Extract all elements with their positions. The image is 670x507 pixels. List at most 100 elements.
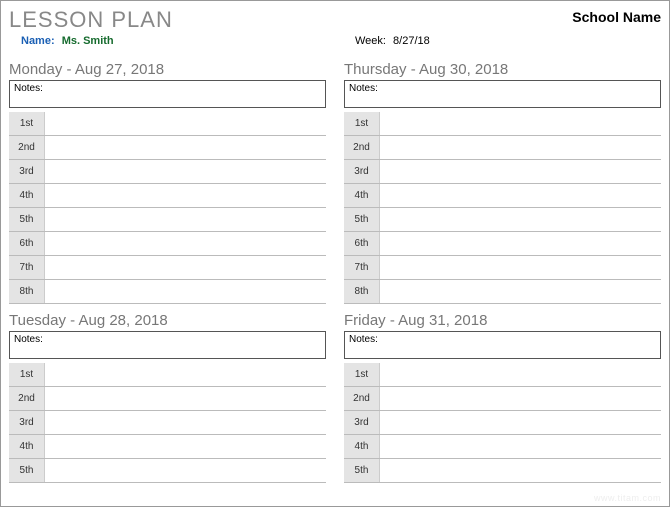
- period-row: 7th: [9, 256, 326, 280]
- period-label: 7th: [9, 256, 45, 279]
- period-label: 1st: [344, 363, 380, 386]
- period-cell[interactable]: [45, 459, 326, 482]
- period-label: 5th: [9, 459, 45, 482]
- period-label: 2nd: [9, 136, 45, 159]
- period-label: 6th: [344, 232, 380, 255]
- period-label: 4th: [9, 184, 45, 207]
- period-cell[interactable]: [380, 280, 661, 303]
- period-label: 8th: [344, 280, 380, 303]
- period-row: 6th: [344, 232, 661, 256]
- period-label: 2nd: [344, 136, 380, 159]
- period-cell[interactable]: [45, 160, 326, 183]
- period-row: 5th: [9, 459, 326, 483]
- week-label: Week:: [355, 35, 386, 47]
- period-row: 3rd: [9, 160, 326, 184]
- period-label: 4th: [9, 435, 45, 458]
- day-friday: Friday - Aug 31, 2018 Notes: 1st2nd3rd4t…: [344, 312, 661, 483]
- period-row: 6th: [9, 232, 326, 256]
- period-cell[interactable]: [380, 208, 661, 231]
- day-title-friday: Friday - Aug 31, 2018: [344, 312, 661, 329]
- period-cell[interactable]: [45, 256, 326, 279]
- notes-tuesday[interactable]: Notes:: [9, 331, 326, 359]
- period-cell[interactable]: [380, 435, 661, 458]
- period-cell[interactable]: [380, 363, 661, 386]
- period-cell[interactable]: [380, 232, 661, 255]
- periods-tuesday: 1st2nd3rd4th5th: [9, 363, 326, 483]
- period-label: 3rd: [9, 411, 45, 434]
- notes-friday[interactable]: Notes:: [344, 331, 661, 359]
- period-cell[interactable]: [45, 136, 326, 159]
- periods-friday: 1st2nd3rd4th5th: [344, 363, 661, 483]
- page-title: LESSON PLAN: [9, 7, 173, 33]
- period-label: 1st: [344, 112, 380, 135]
- period-cell[interactable]: [45, 387, 326, 410]
- period-row: 1st: [344, 363, 661, 387]
- watermark: www.titam.com: [594, 493, 661, 503]
- period-label: 1st: [9, 363, 45, 386]
- period-label: 4th: [344, 184, 380, 207]
- period-cell[interactable]: [45, 232, 326, 255]
- period-row: 2nd: [344, 136, 661, 160]
- notes-thursday[interactable]: Notes:: [344, 80, 661, 108]
- period-row: 1st: [9, 112, 326, 136]
- period-cell[interactable]: [380, 459, 661, 482]
- period-label: 2nd: [9, 387, 45, 410]
- name-label: Name:: [21, 35, 55, 47]
- period-cell[interactable]: [380, 387, 661, 410]
- period-cell[interactable]: [45, 184, 326, 207]
- period-row: 3rd: [344, 411, 661, 435]
- period-row: 4th: [9, 184, 326, 208]
- period-row: 4th: [344, 184, 661, 208]
- period-row: 8th: [344, 280, 661, 304]
- period-label: 8th: [9, 280, 45, 303]
- period-cell[interactable]: [45, 363, 326, 386]
- left-column: Monday - Aug 27, 2018 Notes: 1st2nd3rd4t…: [9, 61, 326, 491]
- periods-monday: 1st2nd3rd4th5th6th7th8th: [9, 112, 326, 304]
- day-thursday: Thursday - Aug 30, 2018 Notes: 1st2nd3rd…: [344, 61, 661, 304]
- period-row: 2nd: [9, 136, 326, 160]
- period-row: 3rd: [9, 411, 326, 435]
- periods-thursday: 1st2nd3rd4th5th6th7th8th: [344, 112, 661, 304]
- right-column: Thursday - Aug 30, 2018 Notes: 1st2nd3rd…: [344, 61, 661, 491]
- period-row: 4th: [344, 435, 661, 459]
- period-cell[interactable]: [45, 112, 326, 135]
- period-row: 1st: [9, 363, 326, 387]
- period-cell[interactable]: [45, 435, 326, 458]
- period-cell[interactable]: [380, 184, 661, 207]
- period-row: 5th: [344, 208, 661, 232]
- period-row: 2nd: [9, 387, 326, 411]
- period-label: 4th: [344, 435, 380, 458]
- period-cell[interactable]: [380, 136, 661, 159]
- period-cell[interactable]: [380, 411, 661, 434]
- period-label: 6th: [9, 232, 45, 255]
- day-title-monday: Monday - Aug 27, 2018: [9, 61, 326, 78]
- period-row: 8th: [9, 280, 326, 304]
- period-row: 7th: [344, 256, 661, 280]
- teacher-name: Ms. Smith: [62, 35, 114, 47]
- period-row: 4th: [9, 435, 326, 459]
- period-label: 5th: [344, 208, 380, 231]
- period-row: 1st: [344, 112, 661, 136]
- period-label: 3rd: [344, 160, 380, 183]
- period-row: 5th: [9, 208, 326, 232]
- period-cell[interactable]: [45, 208, 326, 231]
- period-cell[interactable]: [45, 280, 326, 303]
- period-label: 3rd: [9, 160, 45, 183]
- day-title-tuesday: Tuesday - Aug 28, 2018: [9, 312, 326, 329]
- period-cell[interactable]: [45, 411, 326, 434]
- period-row: 5th: [344, 459, 661, 483]
- notes-monday[interactable]: Notes:: [9, 80, 326, 108]
- period-cell[interactable]: [380, 112, 661, 135]
- period-label: 2nd: [344, 387, 380, 410]
- period-label: 5th: [344, 459, 380, 482]
- period-row: 2nd: [344, 387, 661, 411]
- period-label: 3rd: [344, 411, 380, 434]
- period-cell[interactable]: [380, 256, 661, 279]
- school-name: School Name: [572, 7, 661, 25]
- period-cell[interactable]: [380, 160, 661, 183]
- period-label: 7th: [344, 256, 380, 279]
- period-label: 1st: [9, 112, 45, 135]
- day-tuesday: Tuesday - Aug 28, 2018 Notes: 1st2nd3rd4…: [9, 312, 326, 483]
- period-row: 3rd: [344, 160, 661, 184]
- day-monday: Monday - Aug 27, 2018 Notes: 1st2nd3rd4t…: [9, 61, 326, 304]
